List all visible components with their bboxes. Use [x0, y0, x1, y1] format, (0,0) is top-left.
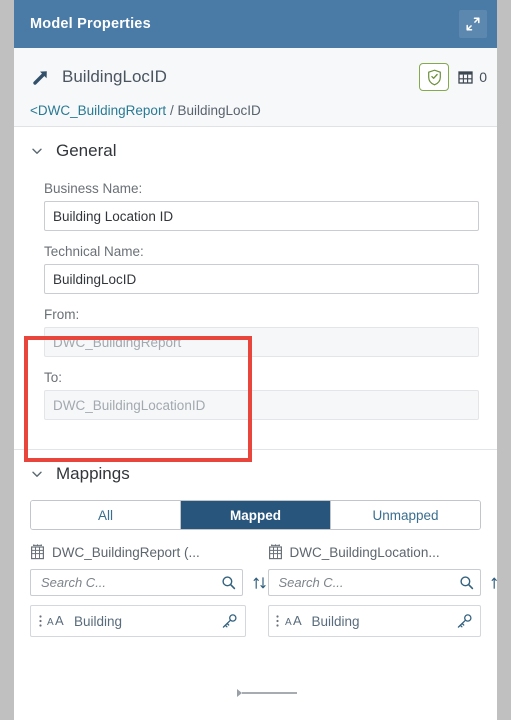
model-properties-panel: Model Properties BuildingLocID 0 <DWC_Bu…	[14, 0, 497, 720]
svg-text:A: A	[285, 617, 292, 628]
filter-unmapped[interactable]: Unmapped	[331, 501, 480, 529]
target-sort-icon[interactable]	[490, 575, 498, 591]
panel-title: Model Properties	[30, 16, 151, 32]
table-columns-icon	[30, 544, 45, 560]
source-search-box[interactable]	[30, 569, 243, 596]
chevron-down-icon	[30, 144, 44, 158]
svg-text:A: A	[293, 614, 302, 628]
source-search-input[interactable]	[39, 574, 221, 591]
mappings-section: Mappings All Mapped Unmapped DWC_Buildin…	[14, 450, 497, 637]
general-section-header[interactable]: General	[14, 127, 497, 167]
mapping-target-header: DWC_BuildingLocation...	[268, 544, 482, 560]
key-icon[interactable]	[221, 613, 238, 629]
general-section: General Business Name: Technical Name: F…	[14, 127, 497, 449]
mapping-source-column: DWC_BuildingReport (... Search C... A A …	[30, 544, 266, 637]
search-icon[interactable]	[459, 575, 474, 590]
general-form: Business Name: Technical Name: From: To:	[14, 167, 497, 449]
business-name-label: Business Name:	[44, 181, 143, 196]
breadcrumb-parent-link[interactable]: <DWC_BuildingReport	[30, 103, 166, 118]
mapping-target-column: DWC_BuildingLocation... Search C... A A …	[256, 544, 497, 637]
association-arrow-icon	[30, 66, 58, 88]
mapping-filter-segmented: All Mapped Unmapped	[30, 500, 481, 530]
chevron-down-icon	[30, 467, 44, 481]
mapping-source-item[interactable]: A A Building	[30, 605, 246, 637]
to-label: To:	[44, 370, 63, 385]
table-columns-icon	[268, 544, 283, 560]
breadcrumb-current: BuildingLocID	[177, 103, 261, 118]
column-count: 0	[458, 69, 487, 85]
mappings-section-header[interactable]: Mappings	[14, 450, 497, 490]
filter-all[interactable]: All	[31, 501, 181, 529]
breadcrumb-separator: /	[169, 103, 174, 118]
table-grid-icon	[458, 70, 473, 85]
column-count-value: 0	[479, 69, 487, 85]
mappings-body: All Mapped Unmapped DWC_BuildingReport (…	[14, 490, 497, 637]
expand-icon[interactable]	[459, 10, 487, 38]
panel-titlebar: Model Properties	[14, 0, 497, 48]
technical-name-label: Technical Name:	[44, 244, 144, 259]
mapping-target-item-label: Building	[311, 613, 360, 629]
breadcrumb: <DWC_BuildingReport / BuildingLocID	[30, 103, 487, 118]
mapping-source-header: DWC_BuildingReport (...	[30, 544, 246, 560]
mappings-section-title: Mappings	[56, 464, 130, 483]
drag-dots-icon[interactable]	[272, 613, 284, 629]
object-name: BuildingLocID	[62, 67, 167, 86]
target-search-input[interactable]	[276, 574, 459, 591]
key-icon[interactable]	[456, 613, 473, 629]
object-header-actions: 0	[419, 63, 487, 91]
text-type-icon: A A	[46, 614, 74, 628]
mapping-target-title: DWC_BuildingLocation...	[289, 544, 440, 560]
mapping-source-search-row	[30, 569, 266, 596]
text-type-icon: A A	[284, 614, 312, 628]
from-label: From:	[44, 307, 80, 322]
svg-text:A: A	[55, 614, 64, 628]
search-icon[interactable]	[221, 575, 236, 590]
svg-text:A: A	[47, 617, 54, 628]
mapping-source-item-label: Building	[74, 613, 123, 629]
shield-check-icon[interactable]	[419, 63, 450, 91]
from-input	[44, 327, 479, 357]
target-search-box[interactable]	[267, 569, 481, 596]
to-input	[44, 390, 479, 420]
drag-dots-icon[interactable]	[34, 613, 46, 629]
mapping-target-search-row	[267, 569, 497, 596]
mapping-columns: DWC_BuildingReport (... Search C... A A …	[30, 544, 497, 637]
business-name-input[interactable]	[44, 201, 479, 231]
general-section-title: General	[56, 141, 117, 160]
filter-mapped[interactable]: Mapped	[181, 501, 331, 529]
mapping-source-title: DWC_BuildingReport (...	[52, 544, 200, 560]
mapping-target-item[interactable]: A A Building	[267, 605, 481, 637]
object-header: BuildingLocID 0 <DWC_BuildingReport / Bu…	[14, 48, 497, 127]
technical-name-input[interactable]	[44, 264, 479, 294]
